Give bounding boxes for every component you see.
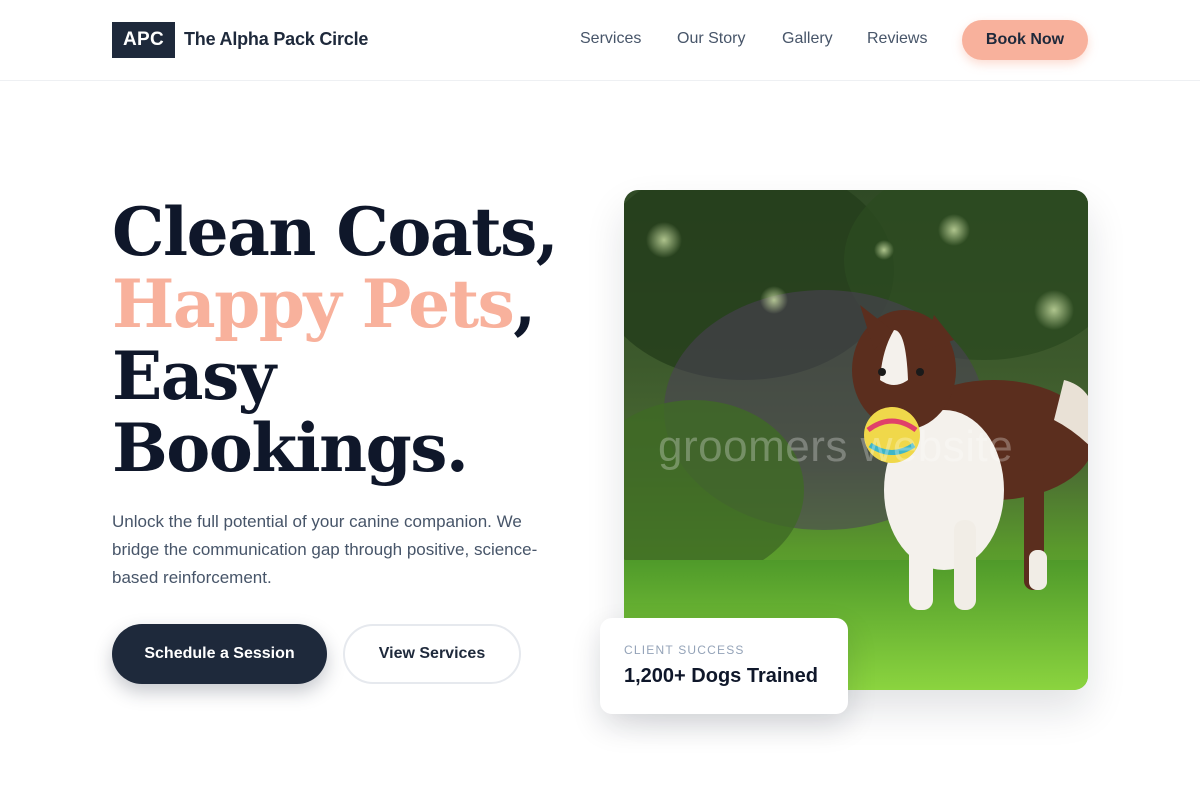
book-now-button[interactable]: Book Now bbox=[962, 20, 1088, 60]
headline-line-3: Easy bbox=[112, 337, 276, 415]
brand-name[interactable]: The Alpha Pack Circle bbox=[184, 29, 368, 50]
nav-link-reviews[interactable]: Reviews bbox=[867, 30, 927, 48]
photo-watermark: groomers website bbox=[658, 422, 1014, 471]
stat-card: CLIENT SUCCESS 1,200+ Dogs Trained bbox=[600, 618, 848, 714]
nav-link-services[interactable]: Services bbox=[580, 30, 641, 48]
headline-accent: Happy Pets bbox=[112, 265, 515, 343]
nav-link-gallery[interactable]: Gallery bbox=[782, 30, 833, 48]
headline-line-1: Clean Coats, bbox=[112, 193, 559, 271]
stat-label: CLIENT SUCCESS bbox=[624, 643, 745, 657]
view-services-button[interactable]: View Services bbox=[343, 624, 521, 684]
headline-line-2: Happy Pets, bbox=[112, 268, 557, 340]
hero-description: Unlock the full potential of your canine… bbox=[112, 512, 538, 587]
headline-line-4: Bookings. bbox=[112, 409, 469, 487]
site-header: APC The Alpha Pack Circle Services Our S… bbox=[0, 0, 1200, 81]
headline-comma: , bbox=[513, 265, 536, 343]
schedule-session-button[interactable]: Schedule a Session bbox=[112, 624, 327, 684]
logo-badge[interactable]: APC bbox=[112, 22, 175, 58]
nav-link-our-story[interactable]: Our Story bbox=[677, 30, 745, 48]
stat-value: 1,200+ Dogs Trained bbox=[624, 665, 818, 687]
hero-dog-photo: groomers website bbox=[624, 190, 1088, 690]
hero-headline: Clean Coats, Happy Pets, Easy Bookings. bbox=[112, 193, 559, 487]
